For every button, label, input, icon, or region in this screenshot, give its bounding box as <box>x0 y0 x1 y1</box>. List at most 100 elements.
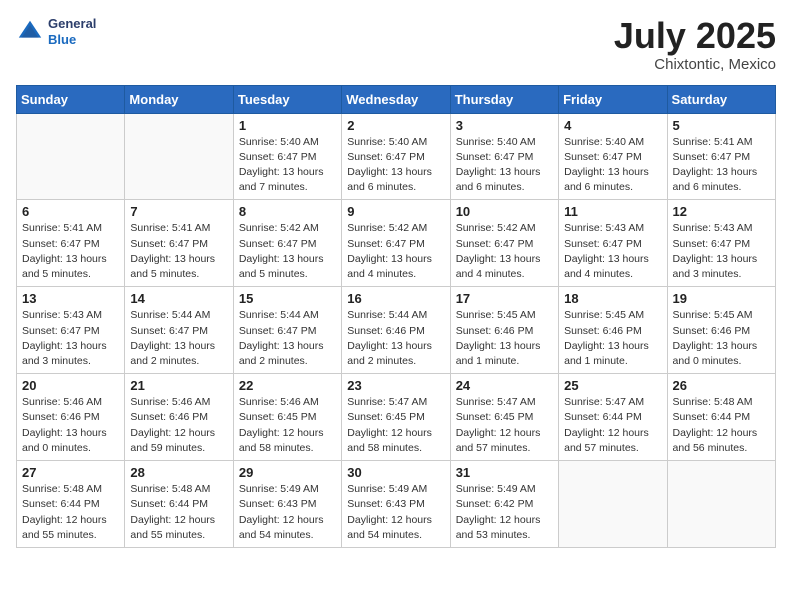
calendar-cell: 4Sunrise: 5:40 AM Sunset: 6:47 PM Daylig… <box>559 113 667 200</box>
day-number: 7 <box>130 204 227 219</box>
day-info: Sunrise: 5:44 AM Sunset: 6:47 PM Dayligh… <box>239 308 336 369</box>
page-header: General Blue July 2025 Chixtontic, Mexic… <box>16 16 776 73</box>
calendar-cell: 5 Sunrise: 5:41 AM Sunset: 6:47 PM Daylig… <box>667 113 775 200</box>
day-number: 8 <box>239 204 336 219</box>
day-number: 5 <box>673 118 770 133</box>
day-number: 28 <box>130 465 227 480</box>
day-number: 2 <box>347 118 444 133</box>
day-info: Sunrise: 5:46 AM Sunset: 6:45 PM Dayligh… <box>239 395 336 456</box>
calendar-cell: 19 Sunrise: 5:45 AM Sunset: 6:46 PM Dayli… <box>667 287 775 374</box>
calendar-cell <box>125 113 233 200</box>
day-number: 13 <box>22 291 119 306</box>
logo-text: General Blue <box>48 16 96 47</box>
calendar-cell: 26 Sunrise: 5:48 AM Sunset: 6:44 PM Dayli… <box>667 374 775 461</box>
location: Chixtontic, Mexico <box>614 56 776 73</box>
calendar-cell: 2Sunrise: 5:40 AM Sunset: 6:47 PM Daylig… <box>342 113 450 200</box>
day-info: Sunrise: 5:47 AM Sunset: 6:44 PM Dayligh… <box>564 395 661 456</box>
weekday-header: Thursday <box>450 85 558 113</box>
calendar-header-row: SundayMondayTuesdayWednesdayThursdayFrid… <box>17 85 776 113</box>
calendar-cell: 3Sunrise: 5:40 AM Sunset: 6:47 PM Daylig… <box>450 113 558 200</box>
day-number: 19 <box>673 291 770 306</box>
day-number: 27 <box>22 465 119 480</box>
day-info: Sunrise: 5:43 AM Sunset: 6:47 PM Dayligh… <box>673 221 770 282</box>
calendar-week-row: 13Sunrise: 5:43 AM Sunset: 6:47 PM Dayli… <box>17 287 776 374</box>
day-info: Sunrise: 5:49 AM Sunset: 6:43 PM Dayligh… <box>347 482 444 543</box>
day-number: 9 <box>347 204 444 219</box>
day-number: 20 <box>22 378 119 393</box>
day-info: Sunrise: 5:42 AM Sunset: 6:47 PM Dayligh… <box>456 221 553 282</box>
day-info: Sunrise: 5:49 AM Sunset: 6:42 PM Dayligh… <box>456 482 553 543</box>
day-number: 6 <box>22 204 119 219</box>
calendar-week-row: 20 Sunrise: 5:46 AM Sunset: 6:46 PM Dayli… <box>17 374 776 461</box>
month-title: July 2025 <box>614 16 776 56</box>
weekday-header: Monday <box>125 85 233 113</box>
day-number: 23 <box>347 378 444 393</box>
calendar-cell: 8 Sunrise: 5:42 AM Sunset: 6:47 PM Daylig… <box>233 200 341 287</box>
calendar-cell: 25Sunrise: 5:47 AM Sunset: 6:44 PM Dayli… <box>559 374 667 461</box>
day-info: Sunrise: 5:43 AM Sunset: 6:47 PM Dayligh… <box>564 221 661 282</box>
day-number: 18 <box>564 291 661 306</box>
calendar-cell: 17 Sunrise: 5:45 AM Sunset: 6:46 PM Dayli… <box>450 287 558 374</box>
day-info: Sunrise: 5:40 AM Sunset: 6:47 PM Dayligh… <box>564 135 661 196</box>
day-number: 17 <box>456 291 553 306</box>
day-number: 29 <box>239 465 336 480</box>
calendar-cell: 6 Sunrise: 5:41 AM Sunset: 6:47 PM Daylig… <box>17 200 125 287</box>
weekday-header: Wednesday <box>342 85 450 113</box>
logo-icon <box>16 18 44 46</box>
day-number: 11 <box>564 204 661 219</box>
day-info: Sunrise: 5:42 AM Sunset: 6:47 PM Dayligh… <box>347 221 444 282</box>
day-info: Sunrise: 5:41 AM Sunset: 6:47 PM Dayligh… <box>22 221 119 282</box>
day-number: 16 <box>347 291 444 306</box>
calendar-cell: 1 Sunrise: 5:40 AM Sunset: 6:47 PM Daylig… <box>233 113 341 200</box>
day-number: 26 <box>673 378 770 393</box>
calendar-cell: 21 Sunrise: 5:46 AM Sunset: 6:46 PM Dayli… <box>125 374 233 461</box>
calendar-cell: 18 Sunrise: 5:45 AM Sunset: 6:46 PM Dayli… <box>559 287 667 374</box>
calendar-week-row: 1 Sunrise: 5:40 AM Sunset: 6:47 PM Daylig… <box>17 113 776 200</box>
weekday-header: Friday <box>559 85 667 113</box>
day-info: Sunrise: 5:41 AM Sunset: 6:47 PM Dayligh… <box>673 135 770 196</box>
day-number: 14 <box>130 291 227 306</box>
day-info: Sunrise: 5:44 AM Sunset: 6:47 PM Dayligh… <box>130 308 227 369</box>
calendar-cell: 13Sunrise: 5:43 AM Sunset: 6:47 PM Dayli… <box>17 287 125 374</box>
day-info: Sunrise: 5:44 AM Sunset: 6:46 PM Dayligh… <box>347 308 444 369</box>
day-number: 1 <box>239 118 336 133</box>
day-info: Sunrise: 5:41 AM Sunset: 6:47 PM Dayligh… <box>130 221 227 282</box>
day-number: 30 <box>347 465 444 480</box>
title-block: July 2025 Chixtontic, Mexico <box>614 16 776 73</box>
logo: General Blue <box>16 16 96 47</box>
day-info: Sunrise: 5:46 AM Sunset: 6:46 PM Dayligh… <box>22 395 119 456</box>
calendar-cell: 9 Sunrise: 5:42 AM Sunset: 6:47 PM Daylig… <box>342 200 450 287</box>
day-info: Sunrise: 5:45 AM Sunset: 6:46 PM Dayligh… <box>564 308 661 369</box>
day-number: 15 <box>239 291 336 306</box>
day-info: Sunrise: 5:48 AM Sunset: 6:44 PM Dayligh… <box>22 482 119 543</box>
day-number: 31 <box>456 465 553 480</box>
day-info: Sunrise: 5:48 AM Sunset: 6:44 PM Dayligh… <box>673 395 770 456</box>
calendar-cell: 10 Sunrise: 5:42 AM Sunset: 6:47 PM Dayli… <box>450 200 558 287</box>
day-number: 10 <box>456 204 553 219</box>
day-info: Sunrise: 5:45 AM Sunset: 6:46 PM Dayligh… <box>456 308 553 369</box>
calendar-cell: 28 Sunrise: 5:48 AM Sunset: 6:44 PM Dayli… <box>125 461 233 548</box>
day-number: 24 <box>456 378 553 393</box>
calendar-cell: 23Sunrise: 5:47 AM Sunset: 6:45 PM Dayli… <box>342 374 450 461</box>
logo-general: General <box>48 16 96 32</box>
day-info: Sunrise: 5:45 AM Sunset: 6:46 PM Dayligh… <box>673 308 770 369</box>
day-info: Sunrise: 5:48 AM Sunset: 6:44 PM Dayligh… <box>130 482 227 543</box>
calendar-cell: 29 Sunrise: 5:49 AM Sunset: 6:43 PM Dayli… <box>233 461 341 548</box>
weekday-header: Saturday <box>667 85 775 113</box>
calendar-cell: 31 Sunrise: 5:49 AM Sunset: 6:42 PM Dayli… <box>450 461 558 548</box>
day-number: 21 <box>130 378 227 393</box>
day-info: Sunrise: 5:40 AM Sunset: 6:47 PM Dayligh… <box>239 135 336 196</box>
day-info: Sunrise: 5:42 AM Sunset: 6:47 PM Dayligh… <box>239 221 336 282</box>
calendar-table: SundayMondayTuesdayWednesdayThursdayFrid… <box>16 85 776 548</box>
calendar-week-row: 6 Sunrise: 5:41 AM Sunset: 6:47 PM Daylig… <box>17 200 776 287</box>
day-number: 12 <box>673 204 770 219</box>
calendar-cell: 11 Sunrise: 5:43 AM Sunset: 6:47 PM Dayli… <box>559 200 667 287</box>
calendar-cell: 7 Sunrise: 5:41 AM Sunset: 6:47 PM Daylig… <box>125 200 233 287</box>
calendar-cell: 16 Sunrise: 5:44 AM Sunset: 6:46 PM Dayli… <box>342 287 450 374</box>
calendar-cell <box>559 461 667 548</box>
weekday-header: Tuesday <box>233 85 341 113</box>
day-info: Sunrise: 5:49 AM Sunset: 6:43 PM Dayligh… <box>239 482 336 543</box>
day-number: 3 <box>456 118 553 133</box>
day-info: Sunrise: 5:46 AM Sunset: 6:46 PM Dayligh… <box>130 395 227 456</box>
calendar-cell <box>667 461 775 548</box>
